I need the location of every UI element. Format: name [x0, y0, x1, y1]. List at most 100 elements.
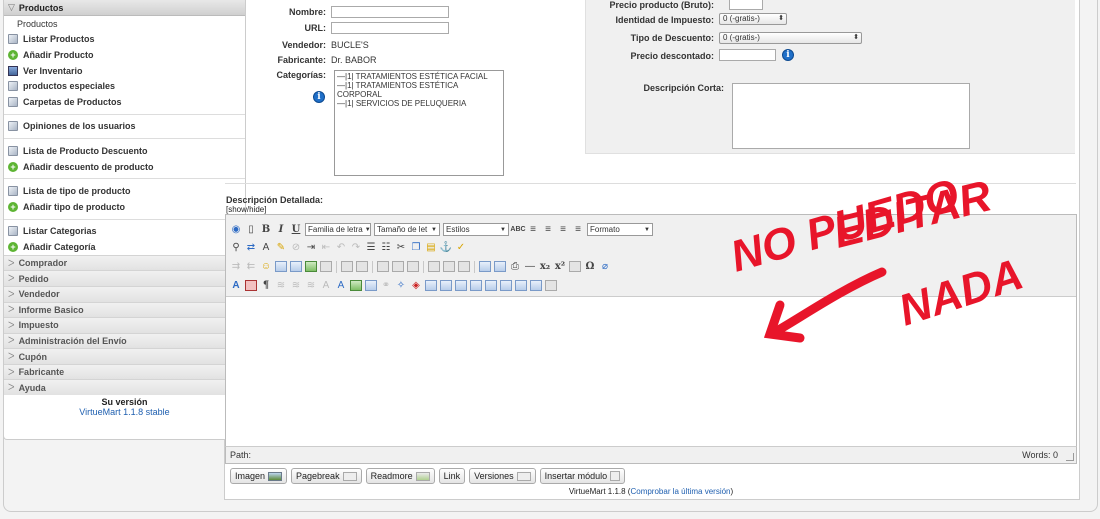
- doc-props-icon[interactable]: [500, 280, 512, 291]
- layer-icon[interactable]: [350, 280, 362, 291]
- template2-icon[interactable]: [545, 280, 557, 291]
- move-backward-icon[interactable]: ⚭: [380, 280, 392, 292]
- preview-icon[interactable]: [290, 261, 302, 272]
- print-icon[interactable]: ⎙: [509, 261, 521, 273]
- ltr-icon[interactable]: ⇉: [230, 261, 242, 273]
- edit-html-icon[interactable]: [494, 261, 506, 272]
- format-select[interactable]: Formato ▼: [587, 223, 653, 236]
- sidebar-section[interactable]: ᐳ Pedido: [4, 270, 245, 286]
- highlight-icon[interactable]: ✎: [275, 242, 287, 254]
- category-option[interactable]: —|1| TRATAMIENTOS ESTÉTICA FACIAL: [337, 72, 501, 81]
- sidebar-item[interactable]: Lista de Producto Descuento: [4, 143, 245, 159]
- del-icon[interactable]: A: [320, 280, 332, 292]
- cell-props-icon[interactable]: [392, 261, 404, 272]
- table-row-icon[interactable]: [356, 261, 368, 272]
- delete-col-icon[interactable]: [458, 261, 470, 272]
- url-input[interactable]: [331, 22, 449, 34]
- pagebreak-button[interactable]: Pagebreak: [291, 468, 362, 484]
- image-icon[interactable]: [305, 261, 317, 272]
- sidebar-section[interactable]: ᐳ Impuesto: [4, 317, 245, 333]
- check-version-link[interactable]: Comprobar la última versión: [630, 487, 730, 496]
- media-icon[interactable]: [275, 261, 287, 272]
- help-icon[interactable]: ◉: [230, 224, 242, 236]
- cleanup-icon[interactable]: ✓: [455, 242, 467, 254]
- imagen-button[interactable]: Imagen: [230, 468, 288, 484]
- row-props-icon[interactable]: [377, 261, 389, 272]
- abbr-icon[interactable]: ≋: [275, 280, 287, 292]
- replace-icon[interactable]: ⇄: [245, 242, 257, 254]
- sidebar-item[interactable]: Listar Categorias: [4, 224, 245, 240]
- split-icon[interactable]: [443, 261, 455, 272]
- insert-date-icon[interactable]: [515, 280, 527, 291]
- font-size-select[interactable]: Tamaño de let ▼: [374, 223, 440, 236]
- align-left-icon[interactable]: ≡: [527, 224, 539, 236]
- sidebar-item[interactable]: Listar Productos: [4, 32, 245, 48]
- save-icon[interactable]: [485, 280, 497, 291]
- sidebar-item[interactable]: + Añadir Producto: [4, 47, 245, 63]
- copy-icon[interactable]: ❐: [410, 242, 422, 254]
- version-value[interactable]: VirtueMart 1.1.8 stable: [4, 407, 245, 417]
- acronym-icon[interactable]: ≋: [290, 280, 302, 292]
- resize-handle[interactable]: [1066, 453, 1074, 461]
- ins-icon[interactable]: A: [335, 280, 347, 292]
- special-char-icon[interactable]: Ω: [584, 261, 596, 273]
- new-document-icon[interactable]: ▯: [245, 224, 257, 236]
- merge-icon[interactable]: [428, 261, 440, 272]
- sidebar-section[interactable]: ᐳ Administración del Envío: [4, 332, 245, 349]
- font-family-select[interactable]: Familia de letra ▼: [305, 223, 371, 236]
- descuento-select[interactable]: 0 (-gratis-) ⬍: [719, 32, 862, 44]
- redo-icon[interactable]: ↷: [350, 242, 362, 254]
- sidebar-item[interactable]: + Añadir tipo de producto: [4, 199, 245, 215]
- show-hide-link[interactable]: [show/hide]: [226, 205, 266, 214]
- sidebar-item[interactable]: + Añadir Categoría: [4, 239, 245, 255]
- cut-icon[interactable]: ✂: [395, 242, 407, 254]
- superscript-icon[interactable]: x²: [554, 261, 566, 273]
- align-justify-icon[interactable]: ≡: [572, 224, 584, 236]
- desc-corta-textarea[interactable]: [732, 83, 970, 149]
- sidebar-section[interactable]: ᐳ Cupón: [4, 348, 245, 364]
- align-center-icon[interactable]: ≡: [542, 224, 554, 236]
- layer2-icon[interactable]: [470, 280, 482, 291]
- indent-icon[interactable]: ⇥: [305, 242, 317, 254]
- sidebar-section[interactable]: ᐳ Fabricante: [4, 363, 245, 380]
- visual-aid-icon[interactable]: [479, 261, 491, 272]
- outdent-icon[interactable]: ⇤: [320, 242, 332, 254]
- category-option[interactable]: —|1| SERVICIOS DE PELUQUERIA: [337, 99, 501, 108]
- sidebar-section[interactable]: ᐳ Ayuda: [4, 379, 245, 396]
- fullscreen-icon[interactable]: [425, 280, 437, 291]
- readmore-button[interactable]: Readmore: [365, 468, 435, 484]
- impuesto-select[interactable]: 0 (-gratis-) ⬍: [719, 13, 787, 25]
- styles-select[interactable]: Estilos ▼: [443, 223, 509, 236]
- paste-icon[interactable]: ▤: [425, 242, 437, 254]
- underline-icon[interactable]: U: [290, 224, 302, 236]
- sidebar-item[interactable]: Productos: [4, 16, 245, 32]
- absolute-icon[interactable]: [245, 280, 257, 291]
- link-button[interactable]: Link: [438, 468, 466, 484]
- emoticon-icon[interactable]: ☺: [260, 261, 272, 273]
- attribs-icon[interactable]: ✧: [395, 280, 407, 292]
- italic-icon[interactable]: I: [275, 224, 287, 236]
- precio-bruto-input[interactable]: [729, 0, 763, 10]
- nonbreaking-icon[interactable]: ◈: [410, 280, 422, 292]
- cite-icon[interactable]: ≋: [305, 280, 317, 292]
- rtl-icon[interactable]: ⇇: [245, 261, 257, 273]
- undo-icon[interactable]: ↶: [335, 242, 347, 254]
- sidebar-section[interactable]: ᐳ Vendedor: [4, 285, 245, 302]
- sidebar-header-productos[interactable]: ▽ Productos: [4, 0, 245, 16]
- insert-table-icon[interactable]: [569, 261, 581, 272]
- bold-icon[interactable]: B: [260, 224, 272, 236]
- clear-format-icon[interactable]: ⊘: [290, 242, 302, 254]
- insert-col-icon[interactable]: [407, 261, 419, 272]
- categorias-info-icon[interactable]: i: [313, 91, 325, 103]
- sidebar-item[interactable]: productos especiales: [4, 78, 245, 94]
- category-option[interactable]: —|1| TRATAMIENTOS ESTÉTICA CORPORAL: [337, 81, 501, 99]
- versiones-button[interactable]: Versiones: [469, 468, 536, 484]
- sidebar-item[interactable]: Opiniones de los usuarios: [4, 119, 245, 135]
- sidebar-item[interactable]: Carpetas de Productos: [4, 94, 245, 110]
- sidebar-section[interactable]: ᐳ Informe Basico: [4, 301, 245, 318]
- horizontal-rule-icon[interactable]: —: [524, 261, 536, 273]
- editor-content-area[interactable]: [226, 297, 1076, 447]
- block-icon[interactable]: [455, 280, 467, 291]
- align-right-icon[interactable]: ≡: [557, 224, 569, 236]
- insert-time-icon[interactable]: [530, 280, 542, 291]
